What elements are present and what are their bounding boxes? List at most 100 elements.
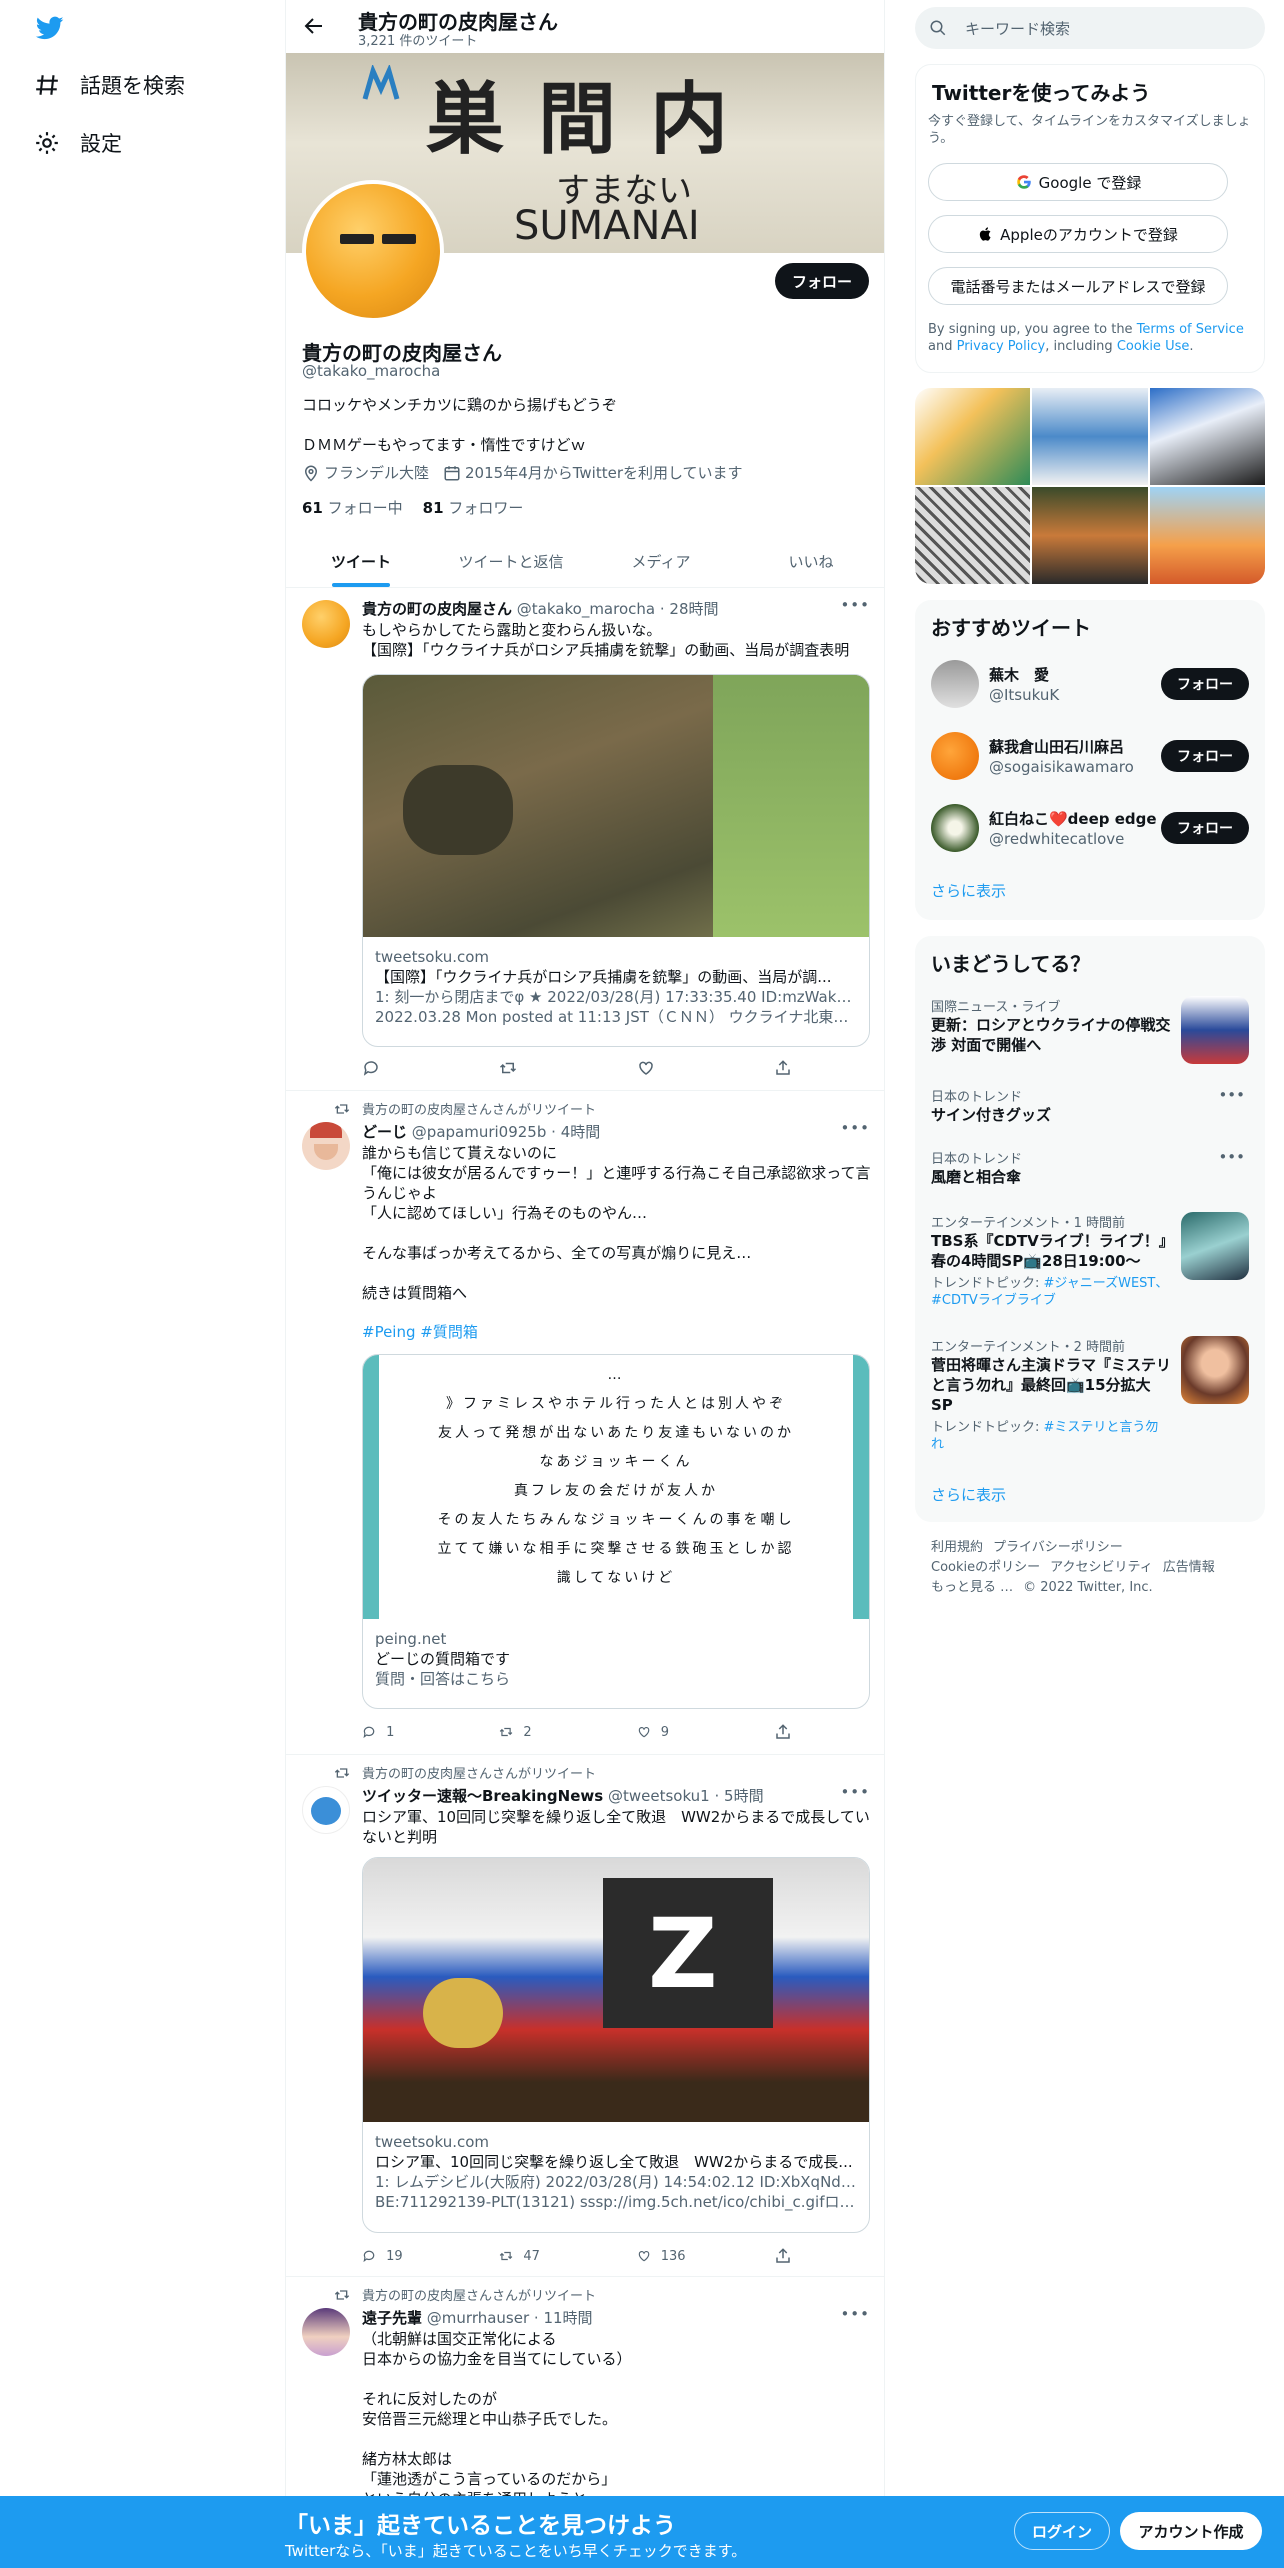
nav-explore[interactable]: 話題を検索 [34,70,185,100]
more-options-icon[interactable]: ••• [840,1119,870,1137]
retweet-button[interactable] [499,1059,609,1077]
avatar[interactable] [931,732,979,780]
search-input[interactable]: キーワード検索 [965,18,1070,39]
tweet-author-name[interactable]: ツイッター速報〜BreakingNews [362,1787,603,1805]
avatar[interactable] [931,660,979,708]
follow-button[interactable]: フォロー [1161,668,1249,700]
tweet-author-name[interactable]: どーじ [362,1123,407,1141]
link-card[interactable]: Z tweetsoku.com ロシア軍、10回同じ突撃を繰り返し全て敗退 WW… [362,1857,870,2233]
following-link[interactable]: 61 フォロー中 [302,497,403,518]
more-options-icon[interactable]: ••• [840,596,870,614]
followers-link[interactable]: 81 フォロワー [423,497,524,518]
tweet[interactable]: 貴方の町の皮肉屋さん @takako_marocha · 28時間 ••• もし… [286,588,884,1091]
tweet-author-handle[interactable]: @murrhauser [427,2309,529,2327]
retweeter-label[interactable]: 貴方の町の皮肉屋さんさんがリツイート [362,1099,596,1118]
link-card[interactable]: tweetsoku.com 【国際】「ウクライナ兵がロシア兵捕虜を銃撃」の動画、… [362,674,870,1047]
phone-email-signup-button[interactable]: 電話番号またはメールアドレスで登録 [928,267,1228,305]
retweeter-label[interactable]: 貴方の町の皮肉屋さんさんがリツイート [362,2285,596,2304]
footer-link[interactable]: もっと見る … [931,1580,1013,1595]
login-button[interactable]: ログイン [1014,2512,1110,2550]
tweet-author-name[interactable]: 貴方の町の皮肉屋さん [362,600,512,618]
like-button[interactable]: 136 [637,2247,747,2265]
reply-button[interactable]: 19 [362,2247,472,2265]
trend-title: 更新：ロシアとウクライナの停戦交渉 対面で開催へ [931,1016,1171,1054]
trend-item[interactable]: 日本のトレンド 風磨と相合傘 ••• [931,1148,1249,1194]
tweet-author-handle[interactable]: @tweetsoku1 [608,1787,710,1805]
reply-button[interactable] [362,1059,472,1077]
trend-item[interactable]: 国際ニュース・ライブ 更新：ロシアとウクライナの停戦交渉 対面で開催へ [931,996,1249,1066]
share-button[interactable] [774,2247,792,2265]
like-button[interactable]: 9 [637,1723,747,1741]
profile-header-bar: 貴方の町の皮肉屋さん 3,221 件のツイート [286,0,884,53]
retweet-indicator: 貴方の町の皮肉屋さんさんがリツイート [334,1099,596,1118]
tweet-avatar[interactable] [302,600,350,648]
apple-signup-button[interactable]: Appleのアカウントで登録 [928,215,1228,253]
trend-item[interactable]: 日本のトレンド サイン付きグッズ ••• [931,1086,1249,1132]
media-thumbnail[interactable] [1032,388,1148,485]
media-thumbnail[interactable] [915,487,1031,584]
google-signup-button[interactable]: Google で登録 [928,163,1228,201]
profile-location: フランデル大陸 [302,462,429,483]
tweet-author-name[interactable]: 遠子先輩 [362,2309,422,2327]
nav-settings[interactable]: 設定 [34,128,122,158]
reply-button[interactable]: 1 [362,1723,472,1741]
terms-text: , including [1045,339,1117,354]
footer-link[interactable]: 広告情報 [1163,1560,1215,1575]
tweet-avatar[interactable] [302,1786,350,1834]
media-thumbnail[interactable] [1149,388,1265,485]
tab-likes[interactable]: いいね [736,535,884,587]
recommended-user[interactable]: 蘇我倉山田石川麻呂 @sogaisikawamaro フォロー [931,730,1249,782]
tab-tweets-replies[interactable]: ツイートと返信 [436,535,586,587]
tab-media[interactable]: メディア [586,535,736,587]
avatar-eye-right [382,234,416,244]
share-button[interactable] [774,1723,792,1741]
more-options-icon[interactable]: ••• [840,1783,870,1801]
recommended-user[interactable]: 蕪木 愛 @ItsukuK フォロー [931,658,1249,710]
footer-link[interactable]: プライバシーポリシー [993,1540,1123,1555]
tweet-avatar[interactable] [302,1122,350,1170]
tweet[interactable]: 貴方の町の皮肉屋さんさんがリツイート どーじ @papamuri0925b · … [286,1091,884,1755]
tweet-avatar[interactable] [302,2308,350,2356]
trend-item[interactable]: エンターテインメント・2 時間前 菅田将暉さん主演ドラマ『ミステリと言う勿れ』最… [931,1336,1249,1456]
more-options-icon[interactable]: ••• [840,2305,870,2323]
retweet-button[interactable]: 2 [499,1723,609,1741]
follow-button[interactable]: フォロー [1161,812,1249,844]
terms-of-service-link[interactable]: Terms of Service [1137,322,1244,337]
show-more-link[interactable]: さらに表示 [931,1484,1006,1505]
avatar[interactable] [931,804,979,852]
share-button[interactable] [774,1059,792,1077]
tweet-time[interactable]: · 4時間 [551,1123,600,1141]
tweet[interactable]: 貴方の町の皮肉屋さんさんがリツイート ツイッター速報〜BreakingNews … [286,1755,884,2277]
cookie-use-link[interactable]: Cookie Use [1117,339,1190,354]
footer-link[interactable]: 利用規約 [931,1540,983,1555]
more-options-icon[interactable]: ••• [1218,1086,1245,1104]
retweeter-label[interactable]: 貴方の町の皮肉屋さんさんがリツイート [362,1763,596,1782]
back-arrow-icon[interactable] [302,14,326,38]
tweet-time[interactable]: · 5時間 [715,1787,764,1805]
tweet-time[interactable]: · 28時間 [660,600,719,618]
profile-avatar[interactable] [302,180,444,322]
more-options-icon[interactable]: ••• [1218,1148,1245,1166]
footer-link[interactable]: Cookieのポリシー [931,1560,1040,1575]
tab-tweets[interactable]: ツイート [286,535,436,587]
recommended-user[interactable]: 紅白ねこ❤️deep edge @redwhitecatlove フォロー [931,802,1249,854]
search-bar[interactable]: キーワード検索 [915,7,1265,49]
follow-button[interactable]: フォロー [1161,740,1249,772]
media-thumbnail[interactable] [1032,487,1148,584]
show-more-link[interactable]: さらに表示 [931,880,1006,901]
twitter-logo-icon[interactable] [34,14,66,42]
retweet-button[interactable]: 47 [499,2247,609,2265]
tweet-time[interactable]: · 11時間 [534,2309,593,2327]
tweet-author-handle[interactable]: @papamuri0925b [412,1123,547,1141]
tweet-author-handle[interactable]: @takako_marocha [517,600,655,618]
footer-link[interactable]: アクセシビリティ [1050,1560,1153,1575]
media-thumbnail[interactable] [915,388,1031,485]
signup-button[interactable]: アカウント作成 [1120,2512,1262,2550]
follow-button[interactable]: フォロー [775,263,869,299]
link-card[interactable]: … 》ファミレスやホテル行った人とは別人やぞ 友人って発想が出ないあたり友達もい… [362,1354,870,1709]
like-button[interactable] [637,1059,747,1077]
tweet-hashtags[interactable]: #Peing #質問箱 [362,1322,872,1342]
trend-item[interactable]: エンターテインメント・1 時間前 TBS系『CDTVライブ！ライブ！』春の4時間… [931,1212,1249,1322]
media-thumbnail[interactable] [1149,487,1265,584]
privacy-policy-link[interactable]: Privacy Policy [957,339,1046,354]
